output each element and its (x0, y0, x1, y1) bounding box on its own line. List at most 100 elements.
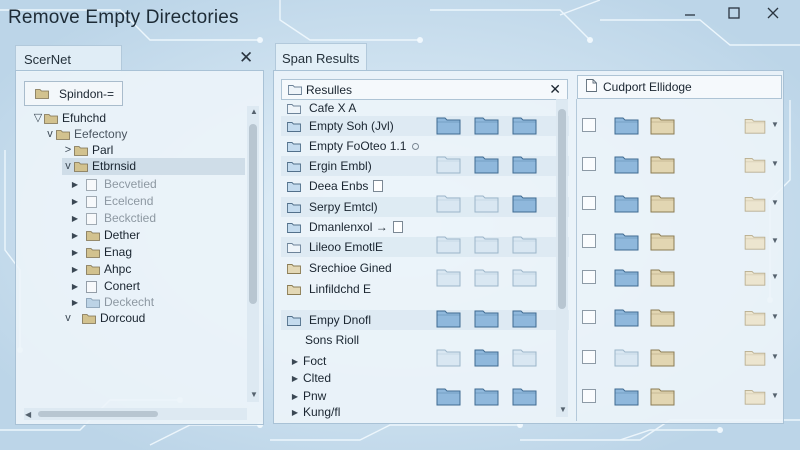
folder-icon (287, 263, 301, 274)
folder-icon (650, 385, 675, 406)
folder-icon (744, 348, 769, 369)
scroll-down-arrow[interactable]: ▼ (250, 390, 258, 399)
folder-icon (287, 161, 301, 172)
folder-icon (744, 116, 769, 137)
dropdown-arrow-icon[interactable]: ▼ (771, 120, 779, 129)
tree-item-label: Becvetied (104, 177, 157, 191)
results-header: Resulles ✕ (281, 79, 568, 100)
minimize-icon (684, 7, 696, 19)
scrollbar-thumb[interactable] (38, 411, 158, 417)
expand-icon[interactable]: ▶ (70, 176, 80, 193)
dropdown-arrow-icon[interactable]: ▼ (771, 198, 779, 207)
folder-icon (744, 387, 769, 408)
collapse-icon[interactable]: v (44, 126, 56, 143)
tree-item-deckecht[interactable]: ▶ Deckecht (70, 294, 154, 311)
tree-item-efuhchd[interactable]: ▽ Efuhchd (32, 110, 106, 127)
collapse-icon[interactable]: v (62, 310, 74, 327)
close-icon[interactable]: ✕ (549, 81, 561, 98)
tree-item-conert[interactable]: ▶ Conert (70, 278, 140, 295)
tree-item-label: Etbrnsid (92, 159, 137, 173)
row-checkbox[interactable] (582, 196, 596, 210)
folder-icon (614, 306, 639, 327)
maximize-icon (728, 7, 740, 19)
minimize-button[interactable] (672, 2, 708, 24)
folder-icon (744, 194, 769, 215)
dropdown-arrow-icon[interactable]: ▼ (771, 391, 779, 400)
tree-item-parl[interactable]: > Parl (62, 142, 114, 159)
expand-icon[interactable]: ▶ (287, 357, 303, 366)
dropdown-arrow-icon[interactable]: ▼ (771, 159, 779, 168)
expand-icon[interactable]: ▶ (287, 374, 303, 383)
tree-item-becvetied[interactable]: ▶ Becvetied (70, 176, 157, 193)
expand-icon[interactable]: ▶ (287, 392, 303, 401)
folder-icon (650, 230, 675, 251)
result-name: Empty FoOteo 1.1 (309, 139, 407, 153)
expand-icon[interactable]: > (62, 142, 74, 159)
tree-item-dether[interactable]: ▶ Dether (70, 227, 140, 244)
result-name: Clted (303, 371, 332, 385)
maximize-button[interactable] (716, 2, 752, 24)
folder-icon (512, 153, 537, 174)
collapse-icon[interactable]: ▽ (32, 110, 44, 127)
scroll-left-arrow[interactable]: ◀ (25, 410, 31, 419)
scrollbar-thumb[interactable] (558, 109, 566, 309)
tree-item-eefectony[interactable]: v Eefectony (44, 126, 127, 143)
folder-icon (86, 297, 100, 308)
dropdown-arrow-icon[interactable]: ▼ (771, 312, 779, 321)
tab-span-results[interactable]: Span Results (275, 43, 367, 71)
folder-icon (614, 153, 639, 174)
folder-icon (74, 161, 88, 172)
tree-item-enag[interactable]: ▶ Enag (70, 244, 132, 261)
folder-icon (512, 346, 537, 367)
row-checkbox[interactable] (582, 389, 596, 403)
folder-icon (650, 153, 675, 174)
folder-icon (744, 268, 769, 289)
results-vertical-scrollbar[interactable] (556, 99, 568, 417)
result-name: Srechioe Gined (309, 261, 392, 275)
folder-icon (287, 242, 301, 253)
row-checkbox[interactable] (582, 118, 596, 132)
collapse-icon[interactable]: v (62, 158, 74, 175)
expand-icon[interactable]: ▶ (70, 227, 80, 244)
close-window-button[interactable] (755, 2, 791, 24)
root-folder-button[interactable]: Spindon-= (24, 81, 123, 106)
expand-icon[interactable]: ▶ (70, 193, 80, 210)
close-left-panel-button[interactable]: ✕ (239, 48, 253, 68)
expand-icon[interactable]: ▶ (70, 210, 80, 227)
expand-icon[interactable]: ▶ (70, 244, 80, 261)
dropdown-arrow-icon[interactable]: ▼ (771, 236, 779, 245)
left-horizontal-scrollbar[interactable] (24, 408, 247, 420)
tree-item-label: Beckctied (104, 211, 157, 225)
tab-scernet[interactable]: ScerNet (15, 45, 122, 72)
results-header-label: Resulles (306, 82, 353, 97)
result-name: Dmanlenxol → (309, 220, 388, 234)
scroll-down-arrow[interactable]: ▼ (559, 405, 567, 414)
scrollbar-thumb[interactable] (249, 124, 257, 304)
left-vertical-scrollbar[interactable] (247, 106, 259, 402)
scroll-up-arrow[interactable]: ▲ (250, 107, 258, 116)
folder-icon (650, 346, 675, 367)
tree-item-ahpc[interactable]: ▶ Ahpc (70, 261, 131, 278)
row-checkbox[interactable] (582, 350, 596, 364)
row-checkbox[interactable] (582, 157, 596, 171)
result-name: Linfildchd E (309, 282, 372, 296)
row-checkbox[interactable] (582, 310, 596, 324)
expand-icon[interactable]: ▶ (70, 278, 80, 295)
folder-icon (436, 385, 461, 406)
document-icon (586, 79, 597, 95)
tree-item-label: Parl (92, 143, 114, 157)
dropdown-arrow-icon[interactable]: ▼ (771, 272, 779, 281)
dropdown-arrow-icon[interactable]: ▼ (771, 352, 779, 361)
expand-icon[interactable]: ▶ (70, 261, 80, 278)
export-header[interactable]: Cudport Ellidoge (577, 75, 782, 99)
tree-item-dorcoud[interactable]: v Dorcoud (62, 310, 145, 327)
tree-item-ecelcend[interactable]: ▶ Ecelcend (70, 193, 153, 210)
row-checkbox[interactable] (582, 270, 596, 284)
tree-item-beckctied[interactable]: ▶ Beckctied (70, 210, 156, 227)
document-icon (373, 180, 384, 192)
expand-icon[interactable]: ▶ (70, 294, 80, 311)
folder-icon (650, 306, 675, 327)
row-checkbox[interactable] (582, 234, 596, 248)
expand-icon[interactable]: ▶ (287, 408, 303, 417)
tree-item-etbrnsid[interactable]: v Etbrnsid (62, 158, 245, 175)
